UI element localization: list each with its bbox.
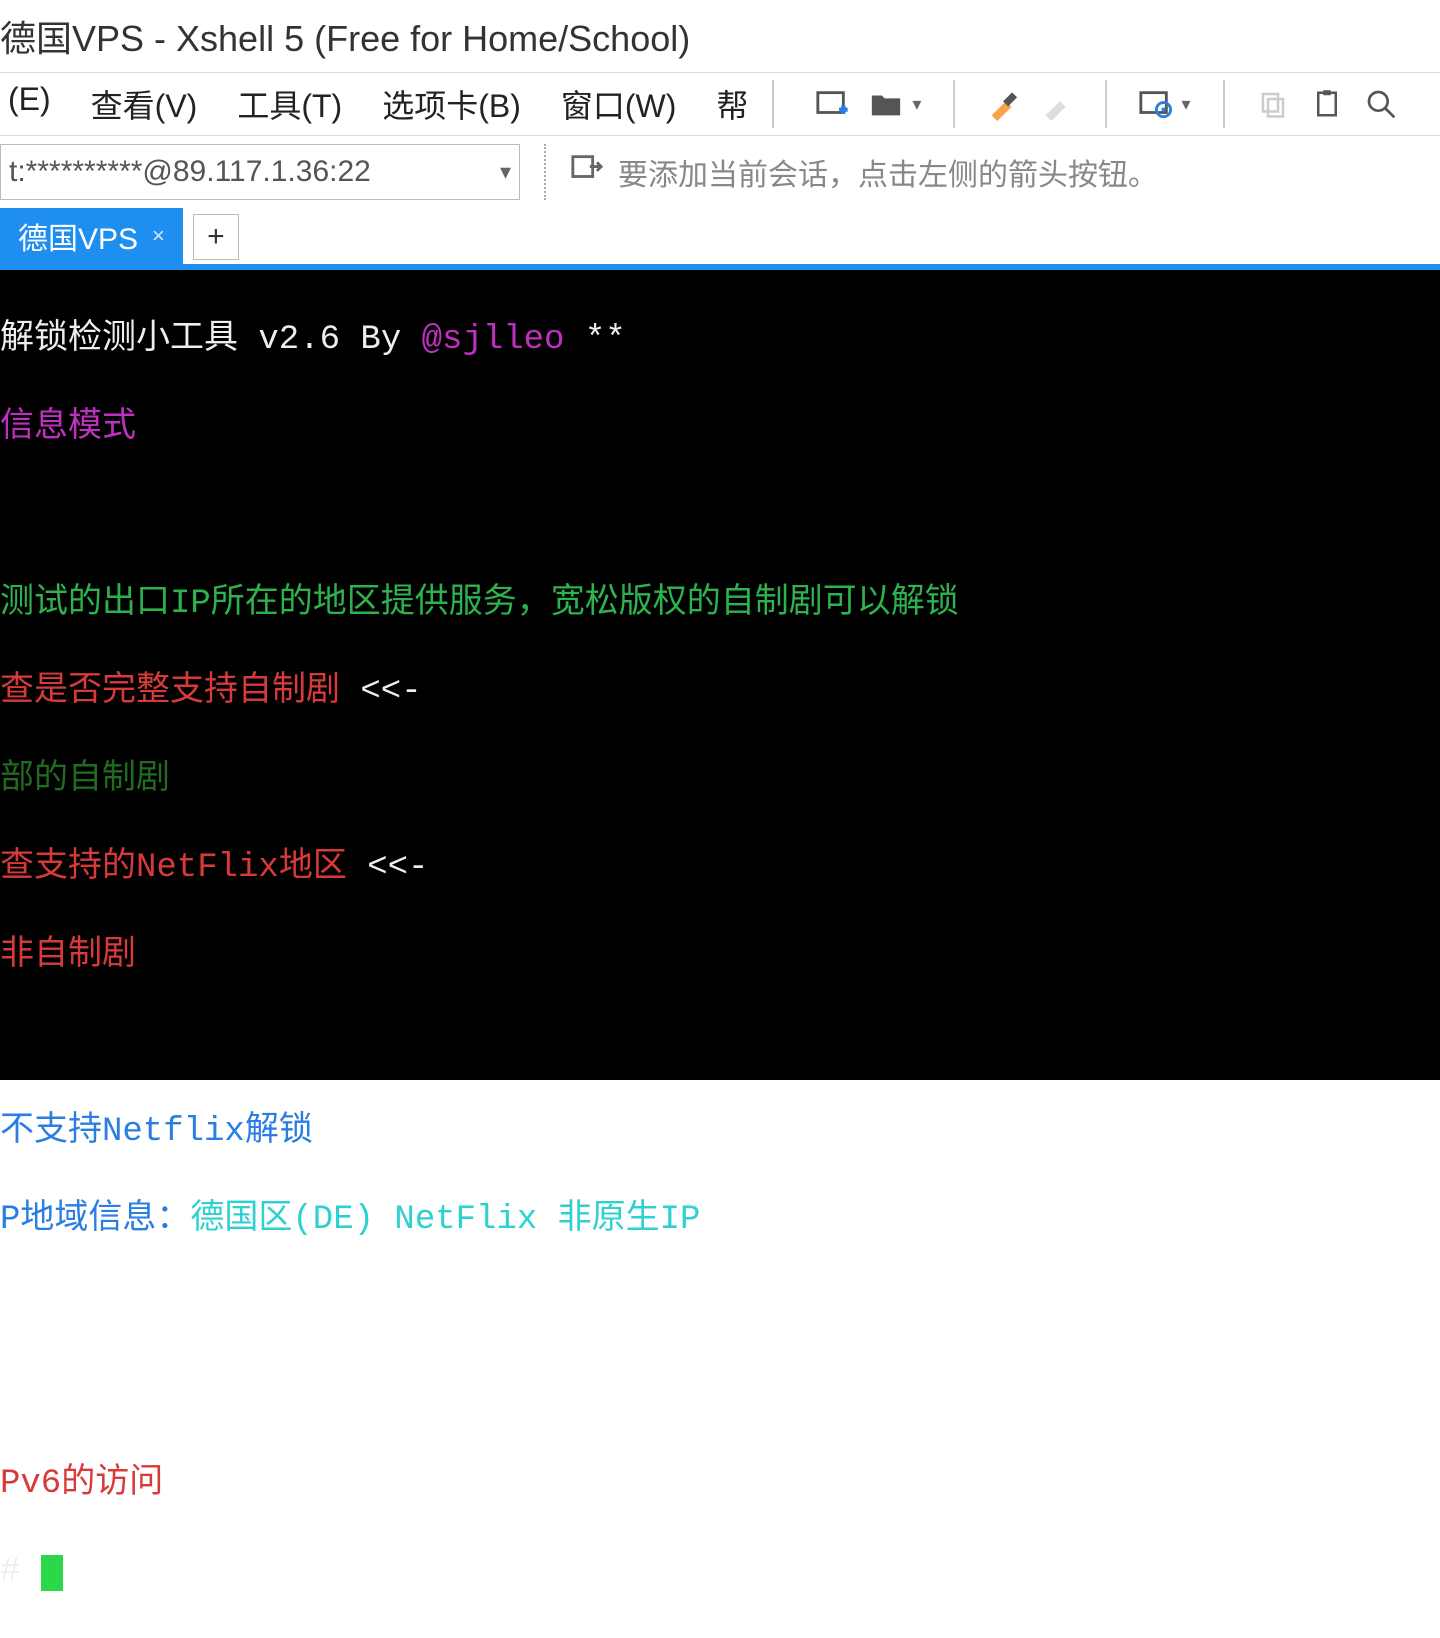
- menu-help[interactable]: 帮: [708, 77, 756, 131]
- add-session-arrow-icon[interactable]: [570, 151, 604, 193]
- session-hint: 要添加当前会话，点击左侧的箭头按钮。: [570, 150, 1158, 194]
- address-text: t:**********@89.117.1.36:22: [9, 155, 371, 189]
- session-separator: [544, 144, 546, 200]
- settings-caret-icon[interactable]: ▾: [1181, 94, 1190, 115]
- term-text: 查是否完整支持自制剧: [0, 673, 360, 711]
- menu-view[interactable]: 查看(V): [83, 77, 206, 131]
- toolbar: ▾ ▾: [810, 80, 1402, 128]
- menu-window[interactable]: 窗口(W): [553, 77, 685, 131]
- terminal[interactable]: 解锁检测小工具 v2.6 By @sjlleo ** 信息模式 测试的出口IP所…: [0, 270, 1440, 1080]
- address-caret-icon[interactable]: ▾: [500, 159, 511, 185]
- address-combo[interactable]: t:**********@89.117.1.36:22 ▾: [0, 144, 520, 200]
- color-picker-icon: [1035, 82, 1079, 126]
- settings-icon[interactable]: [1133, 82, 1177, 126]
- term-text: <<-: [367, 849, 428, 887]
- search-icon[interactable]: [1359, 82, 1403, 126]
- term-text: 非自制剧: [0, 937, 136, 975]
- term-text: 部的自制剧: [0, 761, 170, 799]
- term-text: P地域信息：: [0, 1201, 190, 1239]
- window-title: 德国VPS - Xshell 5 (Free for Home/School): [0, 10, 690, 62]
- paste-icon[interactable]: [1305, 82, 1349, 126]
- term-text: **: [564, 321, 625, 359]
- toolbar-separator-3: [1223, 80, 1225, 128]
- term-text: 信息模式: [0, 409, 136, 447]
- copy-icon: [1251, 82, 1295, 126]
- toolbar-separator-1: [953, 80, 955, 128]
- tab-label: 德国VPS: [18, 214, 138, 258]
- term-text: 德国区(DE) NetFlix 非原生IP: [190, 1201, 700, 1239]
- session-hint-text: 要添加当前会话，点击左侧的箭头按钮。: [618, 150, 1158, 194]
- prompt: #: [0, 1553, 41, 1591]
- term-text: <<-: [360, 673, 421, 711]
- term-text: 测试的出口IP所在的地区提供服务，宽松版权的自制剧可以解锁: [0, 585, 959, 623]
- toolbar-separator-2: [1105, 80, 1107, 128]
- title-bar: 德国VPS - Xshell 5 (Free for Home/School): [0, 0, 1440, 72]
- tab-active[interactable]: 德国VPS ×: [0, 208, 183, 264]
- open-icon[interactable]: [864, 82, 908, 126]
- term-text: Pv6的访问: [0, 1465, 163, 1503]
- term-text: 解锁检测小工具 v2.6 By: [0, 321, 422, 359]
- term-text: @sjlleo: [422, 321, 565, 359]
- menu-edit[interactable]: (E): [0, 77, 59, 131]
- highlight-icon[interactable]: [981, 82, 1025, 126]
- tab-close-icon[interactable]: ×: [152, 223, 165, 249]
- tab-strip: 德国VPS × +: [0, 208, 1440, 270]
- menu-separator: [772, 80, 774, 128]
- new-session-icon[interactable]: [810, 82, 854, 126]
- open-caret-icon[interactable]: ▾: [912, 94, 921, 115]
- menu-tab[interactable]: 选项卡(B): [374, 77, 529, 131]
- cursor: [41, 1555, 63, 1591]
- term-text: 查支持的NetFlix地区: [0, 849, 367, 887]
- session-row: t:**********@89.117.1.36:22 ▾ 要添加当前会话，点击…: [0, 136, 1440, 208]
- menu-items: (E) 查看(V) 工具(T) 选项卡(B) 窗口(W) 帮: [0, 77, 756, 131]
- menu-tools[interactable]: 工具(T): [229, 77, 350, 131]
- tab-add-button[interactable]: +: [193, 214, 239, 260]
- term-text: 不支持Netflix解锁: [0, 1113, 313, 1151]
- menu-bar: (E) 查看(V) 工具(T) 选项卡(B) 窗口(W) 帮 ▾ ▾: [0, 72, 1440, 136]
